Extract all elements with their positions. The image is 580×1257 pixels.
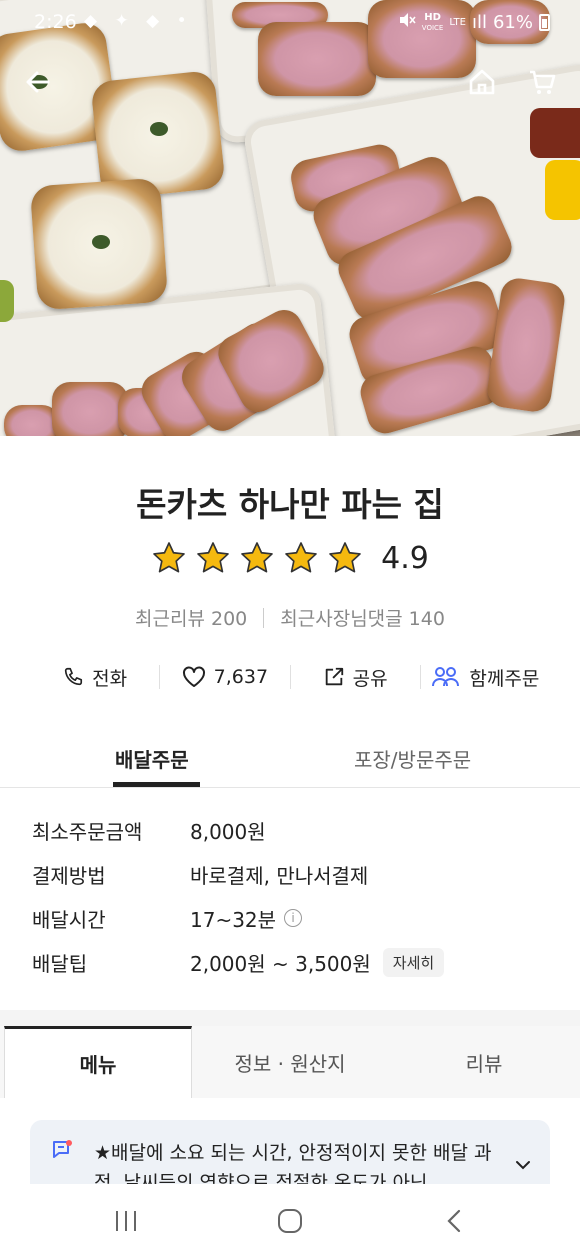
phone-icon [64,667,83,686]
hd-voice-indicator: HD VOICE [421,11,444,33]
chevron-down-icon[interactable] [514,1156,532,1174]
tab-review[interactable]: 리뷰 [388,1026,580,1098]
hd-label: HD [424,11,441,23]
owner-comments-link[interactable]: 최근사장님댓글 140 [280,604,445,631]
info-value: 8,000원 [190,819,266,844]
notice-speech-icon [53,1140,72,1158]
status-bar: 2:26 ◆ ✦ ◆ • HD VOICE LTE ıll 61% [0,0,580,44]
star-icon [329,542,361,573]
star-icon [153,542,185,573]
mute-icon [398,11,416,34]
status-right: HD VOICE LTE ıll 61% [398,11,550,34]
star-icon [241,542,273,573]
info-row-tip: 배달팁 2,000원 ~ 3,500원 자세히 [32,940,552,984]
home-circle-icon [278,1209,302,1233]
voice-label: VOICE [421,23,444,32]
heart-icon [182,666,205,687]
favorite-button[interactable]: 7,637 [160,666,289,688]
info-row-min-order: 최소주문금액 8,000원 [32,808,552,852]
tab-indicator [113,782,200,787]
order-type-tabs: 배달주문 포장/방문주문 [0,730,580,788]
star-icon [285,542,317,573]
info-label: 배달시간 [32,907,106,932]
system-navigation-bar [0,1184,580,1257]
rating-row: 4.9 [0,540,580,576]
info-row-payment: 결제방법 바로결제, 만나서결제 [32,852,552,896]
share-icon [325,667,343,686]
lte-indicator: LTE [449,16,466,28]
store-name: 돈카츠 하나만 파는 집 [136,485,444,524]
recents-button[interactable] [106,1206,146,1236]
info-value: 17~32분 [190,907,277,932]
section-divider [0,1010,580,1026]
recent-reviews-link[interactable]: 최근리뷰 200 [135,604,247,631]
tip-detail-button[interactable]: 자세히 [382,947,445,977]
info-label: 결제방법 [32,863,106,888]
divider [263,607,265,628]
back-system-button[interactable] [434,1206,474,1236]
info-icon[interactable]: i [284,909,303,927]
info-value: 2,000원 ~ 3,500원 [190,951,371,976]
home-icon [469,69,495,95]
info-value-wrap: 2,000원 ~ 3,500원 자세히 [190,947,445,977]
cart-icon [530,70,556,94]
arrow-left-icon [26,71,50,93]
home-system-button[interactable] [270,1206,310,1236]
tab-menu[interactable]: 메뉴 [4,1026,192,1098]
call-label: 전화 [92,667,128,690]
recents-icon [116,1211,136,1231]
group-order-label: 함께주문 [469,667,540,690]
signal-icon: ıll [471,12,487,33]
content-tabs: 메뉴 정보 · 원산지 리뷰 [0,1026,580,1098]
action-row: 전화 7,637 공유 함께주문 [30,656,550,698]
tab-info-origin[interactable]: 정보 · 원산지 [192,1026,388,1098]
info-label: 최소주문금액 [32,819,143,844]
favorite-count: 7,637 [213,666,269,688]
home-button[interactable] [460,60,504,104]
star-icon [197,542,229,573]
info-value: 바로결제, 만나서결제 [190,863,369,888]
cart-button[interactable] [520,60,564,104]
info-row-delivery-time: 배달시간 17~32분 i [32,896,552,940]
battery-icon [539,14,550,31]
group-icon [432,667,460,687]
share-button[interactable]: 공유 [291,664,420,691]
rating-value: 4.9 [381,540,429,576]
back-button[interactable] [16,60,60,104]
info-label: 배달팁 [32,951,88,976]
info-value-wrap: 17~32분 i [190,904,303,933]
group-order-button[interactable]: 함께주문 [421,664,550,691]
call-button[interactable]: 전화 [30,664,159,691]
tab-pickup[interactable]: 포장/방문주문 [354,744,471,773]
delivery-info: 최소주문금액 8,000원 결제방법 바로결제, 만나서결제 배달시간 17~3… [32,808,552,984]
notification-icons: ◆ ✦ ◆ • [84,11,193,31]
battery-percent: 61% [492,12,533,33]
review-summary: 최근리뷰 200 최근사장님댓글 140 [0,604,580,631]
status-time: 2:26 [34,11,77,33]
tab-delivery[interactable]: 배달주문 [115,744,189,773]
chevron-left-icon [447,1209,461,1233]
share-label: 공유 [352,667,388,690]
